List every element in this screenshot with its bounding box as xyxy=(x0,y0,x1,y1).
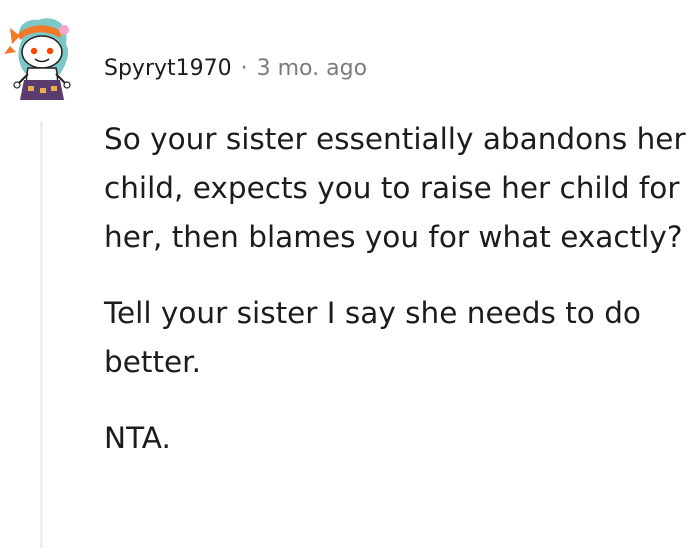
snoo-avatar-icon[interactable] xyxy=(4,10,80,106)
comment: Spyryt1970 · 3 mo. ago So your sister es… xyxy=(0,0,700,548)
comment-paragraph: So your sister essentially abandons her … xyxy=(104,122,686,254)
comment-timestamp[interactable]: 3 mo. ago xyxy=(257,56,367,81)
comment-meta: Spyryt1970 · 3 mo. ago xyxy=(104,52,367,84)
comment-author-link[interactable]: Spyryt1970 xyxy=(104,56,232,81)
comment-paragraph: Tell your sister I say she needs to do b… xyxy=(104,296,641,379)
meta-separator: · xyxy=(240,55,248,81)
comment-body: So your sister essentially abandons her … xyxy=(104,115,700,490)
thread-collapse-line[interactable] xyxy=(40,121,43,548)
comment-paragraph: NTA. xyxy=(104,421,171,455)
